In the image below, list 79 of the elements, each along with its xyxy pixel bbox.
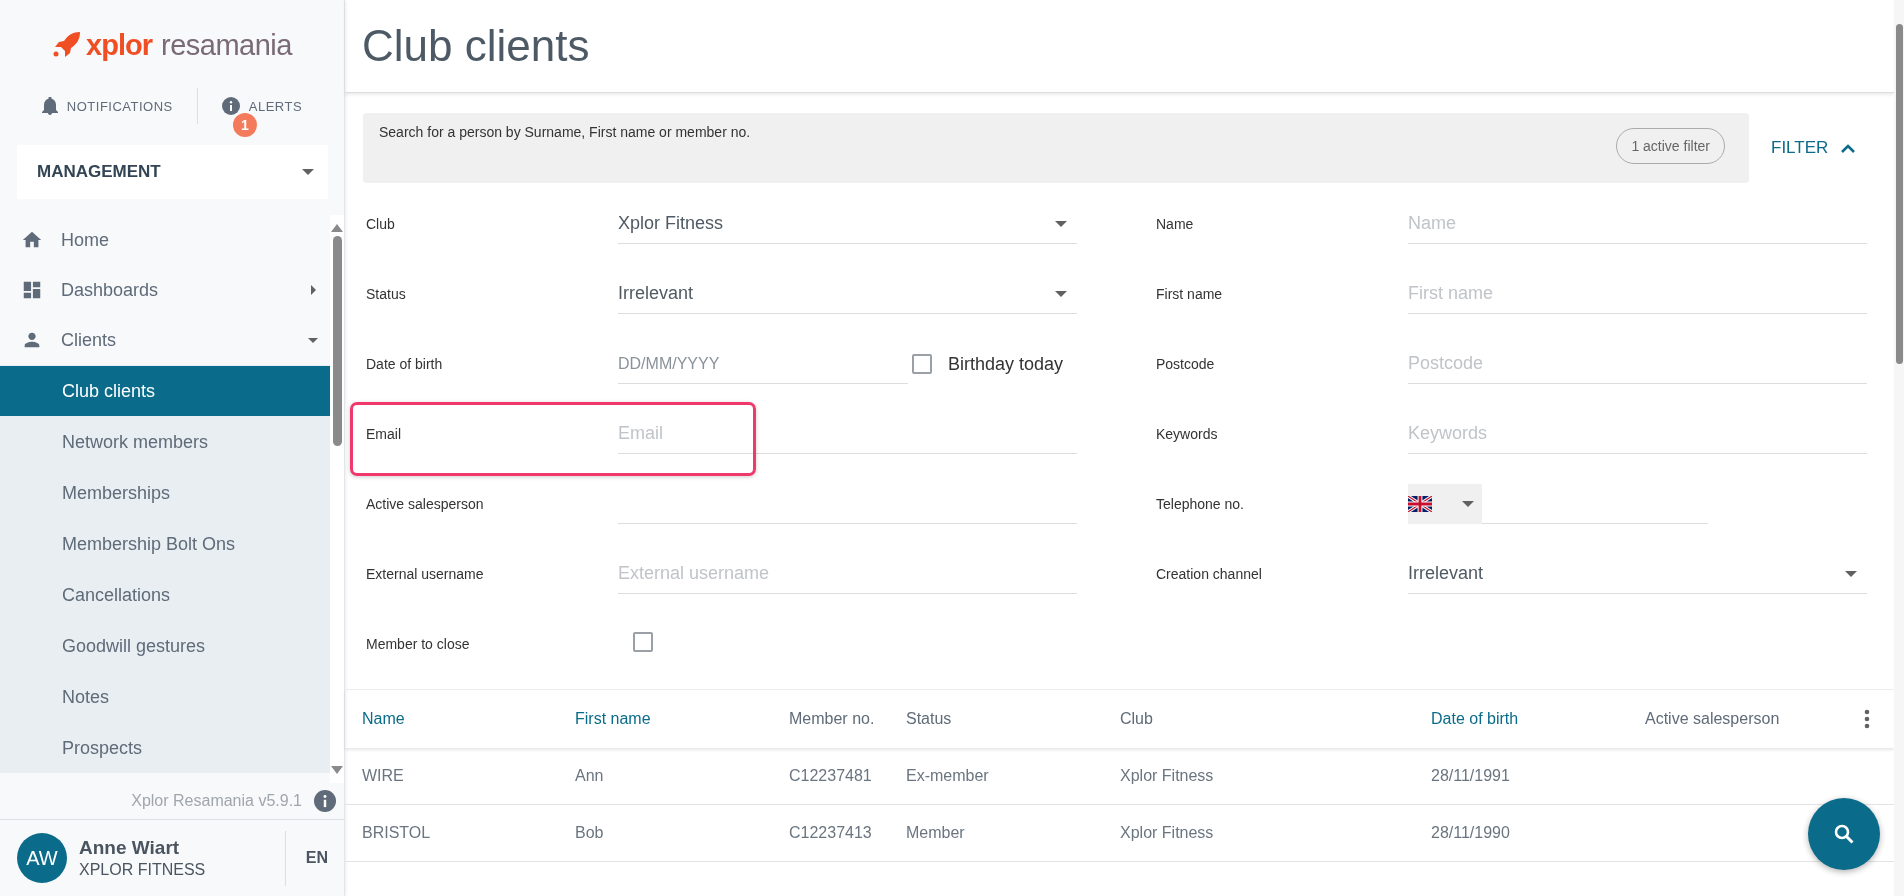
count-badge: 1 — [232, 113, 257, 137]
country-dropdown[interactable] — [1408, 484, 1482, 524]
role-dropdown[interactable]: MANAGEMENT — [17, 145, 328, 199]
scrollbar[interactable] — [1894, 0, 1904, 896]
scrollbar[interactable] — [330, 215, 344, 783]
table-cell-text: WIRE — [362, 767, 405, 785]
field-label: Postcode — [1156, 356, 1216, 372]
input-field[interactable]: First name — [1408, 274, 1867, 314]
date-field[interactable]: DD/MM/YYYY — [618, 344, 908, 384]
table-cell-text: 28/11/1990 — [1431, 824, 1511, 842]
filter-button[interactable]: FILTER — [1771, 138, 1857, 158]
column-header: Status — [906, 710, 953, 728]
rocket-icon — [52, 31, 83, 57]
input-field[interactable]: Keywords — [1408, 414, 1867, 454]
menu-item[interactable]: Dashboards — [0, 265, 330, 315]
field-label: External username — [366, 566, 485, 582]
field-label: First name — [1156, 286, 1224, 302]
dropdown-field[interactable]: Irrelevant — [618, 274, 1077, 314]
table-cell-text: Ex-member — [906, 767, 990, 785]
field-label: Date of birth — [366, 356, 444, 372]
notifications-button[interactable]: NOTIFICATIONS — [31, 91, 183, 121]
menu-item[interactable]: Clients — [0, 315, 330, 365]
caret-icon — [1055, 290, 1067, 297]
menu-item[interactable]: Club clients — [0, 365, 330, 416]
field-label: Telephone no. — [1156, 496, 1245, 512]
table-cell-text: Ann — [575, 767, 605, 785]
input-field[interactable]: Name — [1408, 204, 1867, 244]
version-text: Xplor Resamania v5.9.1 — [131, 792, 302, 810]
brand-name: xplor — [86, 30, 152, 60]
search-button[interactable] — [1808, 798, 1880, 870]
table-cell-text: C12237481 — [789, 767, 873, 785]
field-label: Email — [366, 426, 402, 442]
column-header[interactable]: First name — [575, 710, 789, 728]
dropdown-field[interactable]: Xplor Fitness — [618, 204, 1077, 244]
column-header[interactable]: Name — [362, 710, 575, 728]
field-label: Status — [366, 286, 407, 302]
checkbox[interactable] — [912, 354, 932, 374]
table-cell-text: C12237413 — [789, 824, 873, 842]
table-cell-text: Xplor Fitness — [1120, 767, 1215, 785]
column-header: Club — [1120, 710, 1154, 728]
menu-item[interactable]: Home — [0, 215, 330, 265]
table-cell-text: BRISTOL — [362, 824, 432, 842]
table-cell-text: Member — [906, 824, 966, 842]
column-header: Active salesperson — [1645, 710, 1781, 728]
dashboard-icon — [21, 279, 43, 301]
field-label: Keywords — [1156, 426, 1219, 442]
product-name: resamania — [161, 30, 292, 60]
user-name: Anne Wiart — [79, 837, 181, 859]
field-label: Club — [366, 216, 396, 232]
user-club: XPLOR FITNESS — [79, 861, 207, 879]
avatar[interactable]: AW — [17, 833, 67, 883]
table-cell-text: 28/11/1991 — [1431, 767, 1511, 785]
caret-icon — [1462, 501, 1474, 507]
search-field[interactable]: Search for a person by Surname, First name or member no. 1 active filter — [363, 113, 1749, 183]
input-field[interactable]: External username — [618, 554, 1077, 594]
column-header: Member no. — [789, 710, 876, 728]
field-label: Creation channel — [1156, 566, 1263, 582]
field-label: Name — [1156, 216, 1195, 232]
info-icon — [221, 97, 240, 115]
checkbox[interactable] — [633, 632, 653, 652]
language-button[interactable]: EN — [285, 849, 344, 867]
search-icon — [1832, 822, 1856, 846]
dropdown-field[interactable]: Irrelevant — [1408, 554, 1867, 594]
bell-icon — [41, 97, 58, 115]
column-header[interactable]: Date of birth — [1431, 710, 1645, 728]
more-icon — [1864, 709, 1870, 729]
checkbox-label: Birthday today — [948, 353, 1064, 375]
page-title: Club clients — [362, 21, 590, 71]
caret-icon — [1055, 220, 1067, 227]
field-label: Member to close — [366, 636, 471, 652]
input-field[interactable]: Email — [618, 414, 1077, 454]
caret-icon — [302, 169, 314, 175]
input-field[interactable]: Postcode — [1408, 344, 1867, 384]
info-icon — [314, 790, 336, 812]
flag-icon — [1408, 496, 1432, 512]
table-cell-text: Xplor Fitness — [1120, 824, 1215, 842]
caret-icon — [1845, 570, 1857, 577]
field-label: Active salesperson — [366, 496, 485, 512]
table-cell-text: Bob — [575, 824, 605, 842]
